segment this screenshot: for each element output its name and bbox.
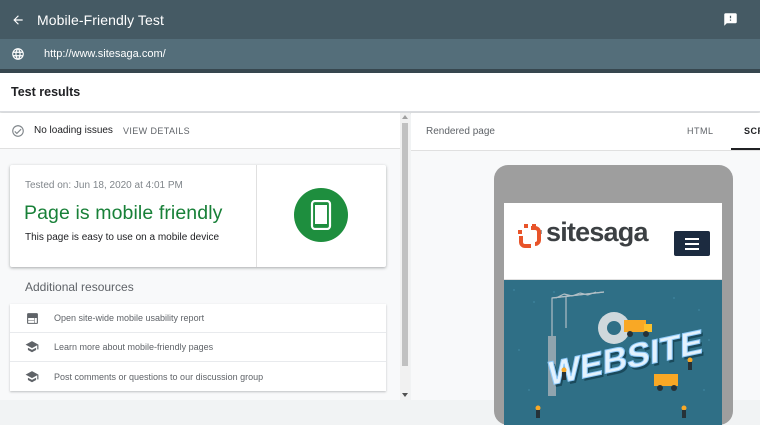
tab-html[interactable]: HTML [687, 126, 714, 136]
resource-label: Open site-wide mobile usability report [54, 313, 205, 323]
resource-item[interactable]: Open site-wide mobile usability report [10, 304, 386, 333]
arrow-back-icon [13, 14, 23, 25]
url-bar: http://www.sitesaga.com/ [0, 39, 760, 69]
tab-screenshot[interactable]: SCR [744, 126, 760, 136]
web-report-icon [25, 311, 39, 325]
preview-tabs-row: Rendered page HTML SCR [411, 113, 760, 151]
site-logo: sitesaga [518, 217, 648, 248]
menu-bar [685, 247, 699, 250]
additional-resources-heading: Additional resources [25, 280, 134, 294]
menu-bar [685, 242, 699, 245]
rendered-page-label: Rendered page [426, 126, 495, 137]
menu-bar [685, 237, 699, 240]
scroll-thumb[interactable] [402, 123, 408, 366]
mobile-friendly-badge [294, 188, 348, 242]
results-panel: No loading issues VIEW DETAILS Tested on… [0, 113, 410, 400]
feedback-button[interactable] [714, 4, 746, 34]
loading-status: No loading issues [34, 125, 113, 136]
url-text[interactable]: http://www.sitesaga.com/ [44, 48, 166, 60]
preview-panel: Rendered page HTML SCR sitesaga [411, 113, 760, 425]
site-menu-button[interactable] [674, 231, 710, 256]
app-title: Mobile-Friendly Test [37, 11, 165, 28]
app-bar: Mobile-Friendly Test [0, 0, 760, 39]
back-button[interactable] [0, 2, 36, 38]
scroll-up-icon[interactable] [402, 115, 408, 119]
left-scrollbar[interactable] [400, 113, 410, 400]
check-circle-icon [12, 124, 24, 137]
results-title: Test results [11, 85, 81, 99]
active-tab-indicator [731, 148, 760, 150]
result-card: Tested on: Jun 18, 2020 at 4:01 PM Page … [10, 165, 386, 267]
resources-list: Open site-wide mobile usability report L… [10, 304, 386, 391]
phone-screen: sitesaga WEBSITE WEBSITE [504, 203, 722, 425]
site-header: sitesaga [504, 203, 722, 280]
verdict-description: This page is easy to use on a mobile dev… [25, 232, 219, 243]
scroll-down-icon[interactable] [402, 393, 408, 397]
tested-on: Tested on: Jun 18, 2020 at 4:01 PM [25, 180, 183, 191]
site-hero-image: WEBSITE WEBSITE [504, 280, 722, 425]
view-details-link[interactable]: VIEW DETAILS [123, 126, 190, 136]
results-header: Test results [0, 73, 760, 112]
resource-label: Post comments or questions to our discus… [54, 371, 264, 382]
verdict-title: Page is mobile friendly [24, 202, 223, 224]
resource-item[interactable]: Post comments or questions to our discus… [10, 362, 386, 391]
sitesaga-logo-mark [518, 223, 542, 248]
school-icon [25, 370, 39, 384]
loading-issues-row: No loading issues VIEW DETAILS [0, 113, 400, 149]
globe-icon [0, 39, 36, 69]
school-icon [25, 340, 39, 354]
resource-label: Learn more about mobile-friendly pages [54, 342, 214, 352]
smartphone-icon [310, 200, 332, 230]
feedback-icon [723, 12, 737, 26]
resource-item[interactable]: Learn more about mobile-friendly pages [10, 333, 386, 362]
site-name: sitesaga [546, 217, 648, 247]
phone-frame: sitesaga WEBSITE WEBSITE [494, 165, 733, 425]
card-divider [256, 165, 257, 267]
